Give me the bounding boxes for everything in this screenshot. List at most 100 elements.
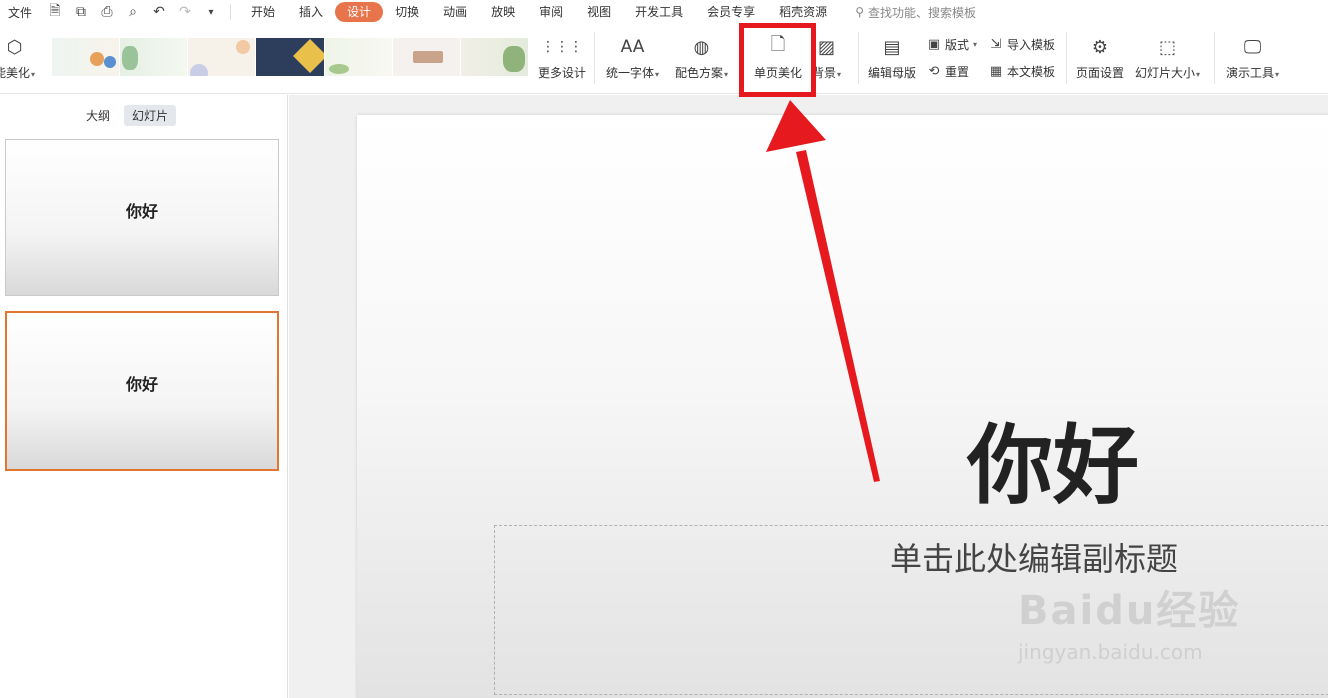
template-thumb[interactable] [256, 38, 324, 76]
slide-thumbnail-selected[interactable]: 你好 [5, 311, 279, 471]
tab-review[interactable]: 审阅 [527, 2, 575, 22]
leaf-icon [328, 64, 349, 74]
quick-access-toolbar: 🗎 ⧉ ⎙ ⌕ ↶ ↷ ▾ [44, 2, 222, 22]
page-setup-button[interactable]: ⚙ 页面设置 [1076, 34, 1124, 81]
slide-size-icon: ⬚ [1159, 36, 1177, 58]
redo-icon[interactable]: ↷ [174, 2, 196, 22]
chevron-down-icon: ▾ [973, 40, 978, 49]
template-thumb[interactable] [188, 38, 256, 76]
text-template-button[interactable]: ▦ 本文模板 [988, 63, 1055, 80]
template-gallery [52, 38, 528, 76]
more-design-label: 更多设计 [538, 66, 587, 80]
reset-icon: ⟲ [928, 64, 940, 79]
tab-view[interactable]: 视图 [575, 2, 623, 22]
page-setup-label: 页面设置 [1076, 66, 1125, 80]
slide-title[interactable]: 你好 [967, 395, 1139, 520]
tab-insert[interactable]: 插入 [287, 2, 335, 22]
smart-beautify-label: 能美化 [0, 66, 31, 80]
font-aa-icon: AA [620, 37, 645, 57]
smart-beautify-button[interactable]: ⬡ 能美化▾ [0, 34, 35, 81]
chevron-down-icon: ▾ [837, 70, 842, 79]
reset-button[interactable]: ⟲ 重置 [926, 63, 969, 80]
template-thumb[interactable] [120, 38, 188, 76]
present-tools-label: 演示工具 [1226, 66, 1275, 80]
slide-thumbnail-title: 你好 [125, 201, 158, 221]
circle-decoration-icon [190, 64, 209, 76]
circle-decoration-icon [236, 40, 251, 54]
chevron-down-icon: ▾ [724, 70, 729, 79]
unify-font-button[interactable]: AA 统一字体▾ [606, 34, 659, 81]
slide-size-label: 幻灯片大小 [1135, 66, 1196, 80]
layout-label: 版式 [945, 38, 970, 52]
cartoon-figure-icon [104, 56, 116, 68]
print-icon[interactable]: ⎙ [96, 2, 118, 22]
search-placeholder: 查找功能、搜索模板 [867, 5, 976, 20]
reset-label: 重置 [945, 65, 970, 79]
tab-slides[interactable]: 幻灯片 [124, 105, 177, 126]
panel-tabs: 大纲 幻灯片 [78, 105, 177, 126]
watermark-brand: Baidu经验 [1018, 588, 1241, 634]
template-thumb[interactable] [324, 38, 392, 76]
ribbon-tabs: 开始 插入 设计 切换 动画 放映 审阅 视图 开发工具 会员专享 稻壳资源 [239, 2, 839, 22]
slides-panel: 大纲 幻灯片 你好 你好 [0, 95, 288, 698]
tab-transition[interactable]: 切换 [383, 2, 431, 22]
divider [858, 32, 859, 84]
template-thumb[interactable] [460, 38, 528, 76]
tab-animation[interactable]: 动画 [431, 2, 479, 22]
master-layout-icon: ▤ [883, 36, 901, 58]
color-scheme-label: 配色方案 [675, 66, 724, 80]
slide-thumbnail[interactable]: 你好 [5, 139, 279, 296]
search-icon: ⚲ [855, 5, 864, 19]
cube-icon: ⬡ [6, 36, 23, 58]
tab-outline[interactable]: 大纲 [78, 105, 118, 126]
divider [1066, 32, 1067, 84]
print-preview-icon[interactable]: ⌕ [122, 2, 144, 22]
palette-icon: ◍ [693, 36, 710, 58]
tab-resources[interactable]: 稻壳资源 [767, 2, 839, 22]
highlight-box [739, 23, 816, 97]
tab-home[interactable]: 开始 [239, 2, 287, 22]
layout-icon: ▣ [927, 37, 941, 52]
color-scheme-button[interactable]: ◍ 配色方案▾ [675, 34, 728, 81]
import-icon: ⇲ [990, 37, 1002, 52]
save-icon[interactable]: 🗎 [44, 2, 66, 22]
grid-icon: ⋮⋮⋮ [541, 39, 583, 55]
undo-icon[interactable]: ↶ [148, 2, 170, 22]
presenter-icon: 🖵 [1243, 36, 1262, 58]
chevron-down-icon: ▾ [1196, 70, 1201, 79]
chevron-down-icon: ▾ [1275, 70, 1280, 79]
layout-button[interactable]: ▣ 版式 ▾ [926, 36, 977, 53]
cartoon-figure-icon [90, 52, 104, 66]
tab-slideshow[interactable]: 放映 [479, 2, 527, 22]
more-design-button[interactable]: ⋮⋮⋮ 更多设计 [538, 34, 586, 81]
triangle-decoration-icon [293, 39, 324, 73]
chevron-down-icon: ▾ [655, 70, 660, 79]
edit-master-label: 编辑母版 [868, 66, 917, 80]
app-window: 文件 🗎 ⧉ ⎙ ⌕ ↶ ↷ ▾ 开始 插入 设计 切换 动画 放映 审阅 视图… [0, 0, 1328, 698]
customize-dropdown-icon[interactable]: ▾ [200, 2, 222, 22]
page-settings-icon: ⚙ [1091, 36, 1109, 58]
tab-design[interactable]: 设计 [335, 2, 384, 22]
template-thumb[interactable] [392, 38, 460, 76]
present-tools-button[interactable]: 🖵 演示工具▾ [1226, 34, 1279, 81]
search-box[interactable]: ⚲ 查找功能、搜索模板 [855, 4, 976, 21]
design-ribbon: ⬡ 能美化▾ ⋮⋮⋮ 更多设计 AA 统一字体▾ ◍ 配色方案▾ 🗋 单页美化 … [0, 24, 1328, 94]
chevron-down-icon: ▾ [31, 70, 36, 79]
edit-master-button[interactable]: ▤ 编辑母版 [868, 34, 916, 81]
import-template-button[interactable]: ⇲ 导入模板 [988, 36, 1055, 53]
template-icon: ▦ [989, 64, 1003, 79]
tab-developer[interactable]: 开发工具 [623, 2, 695, 22]
divider [594, 32, 595, 84]
background-button[interactable]: ▨ 背景▾ [812, 34, 841, 81]
template-thumb[interactable] [52, 38, 120, 76]
watermark-url: jingyan.baidu.com [1018, 640, 1203, 664]
slide-size-button[interactable]: ⬚ 幻灯片大小▾ [1135, 34, 1200, 81]
subtitle-placeholder: 单击此处编辑副标题 [890, 540, 1179, 578]
tab-member[interactable]: 会员专享 [695, 2, 767, 22]
unify-font-label: 统一字体 [606, 66, 655, 80]
divider [1214, 32, 1215, 84]
menu-bar: 文件 🗎 ⧉ ⎙ ⌕ ↶ ↷ ▾ 开始 插入 设计 切换 动画 放映 审阅 视图… [0, 0, 1328, 24]
slide-thumbnail-title: 你好 [125, 375, 158, 394]
file-menu[interactable]: 文件 [0, 4, 40, 21]
export-icon[interactable]: ⧉ [70, 2, 92, 22]
